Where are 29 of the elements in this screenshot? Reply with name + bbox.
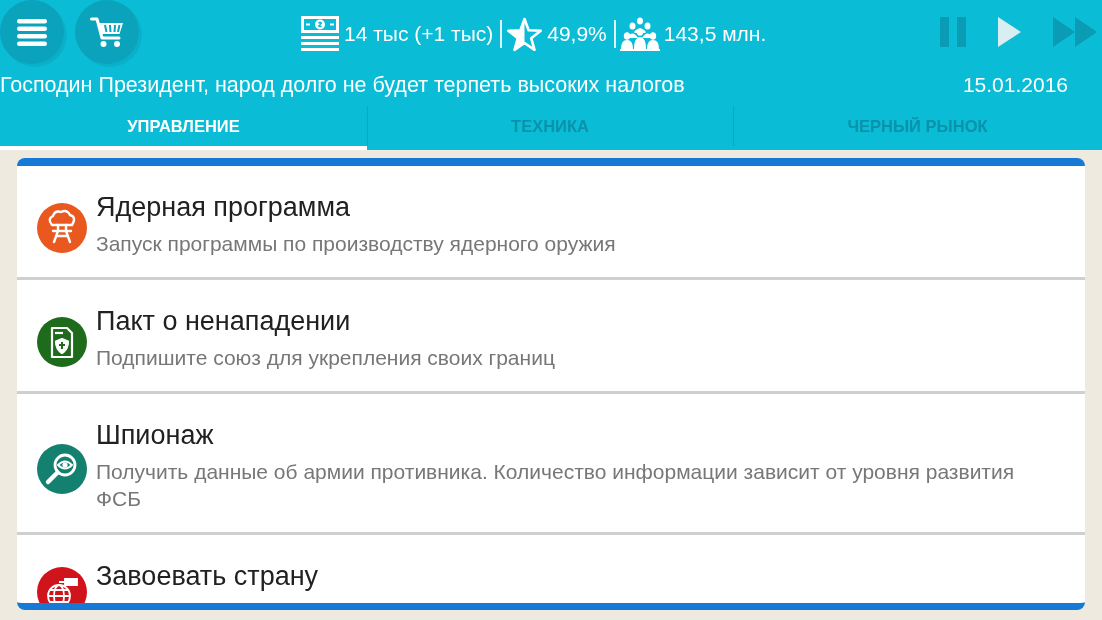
action-description: Запуск программы по производству ядерного оружия xyxy=(96,231,616,257)
play-button[interactable] xyxy=(998,17,1021,47)
action-title: Пакт о ненападении xyxy=(96,306,352,336)
fast-forward-button[interactable] xyxy=(1053,17,1097,47)
action-description: Подпишите союз для укрепления своих границ xyxy=(96,345,555,371)
advisor-message: Господин Президент, народ долго не будет терпеть высоких налогов xyxy=(0,72,685,98)
action-title: Ядерная программа xyxy=(96,192,351,222)
play-icon xyxy=(998,17,1021,47)
action-list-item[interactable]: Ядерная программа Запуск программы по производству ядерного оружия xyxy=(17,166,1085,280)
pause-button[interactable] xyxy=(940,17,966,47)
stat-value: 49,9% xyxy=(547,22,607,46)
action-description: Получить данные об армии противника. Количество информации зависит от уровня развития ФСБ xyxy=(96,459,1016,512)
fast-forward-icon xyxy=(1053,17,1097,47)
pause-icon xyxy=(940,17,966,47)
banknote-stack-icon xyxy=(300,15,340,53)
game-date: 15.01.2016 xyxy=(962,73,1068,97)
action-list-item[interactable]: Пакт о ненападении Подпишите союз для укрепления своих границ xyxy=(17,280,1085,394)
action-list-item[interactable]: Завоевать страну xyxy=(17,535,1085,603)
action-list-item[interactable]: Шпионаж Получить данные об армии противника. Количество информации зависит от уровня развития ФСБ xyxy=(17,394,1085,535)
cart-icon xyxy=(90,16,124,48)
menu-icon xyxy=(17,18,47,46)
action-title: Завоевать страну xyxy=(96,561,319,591)
action-title: Шпионаж xyxy=(96,420,215,450)
half-star-icon xyxy=(506,16,544,52)
menu-button[interactable] xyxy=(0,0,64,64)
shop-button[interactable] xyxy=(75,0,139,64)
stat-value: 143,5 млн. xyxy=(663,22,767,46)
stat-value: 14 тыс (+1 тыс) xyxy=(344,22,494,46)
people-group-icon xyxy=(619,17,660,51)
